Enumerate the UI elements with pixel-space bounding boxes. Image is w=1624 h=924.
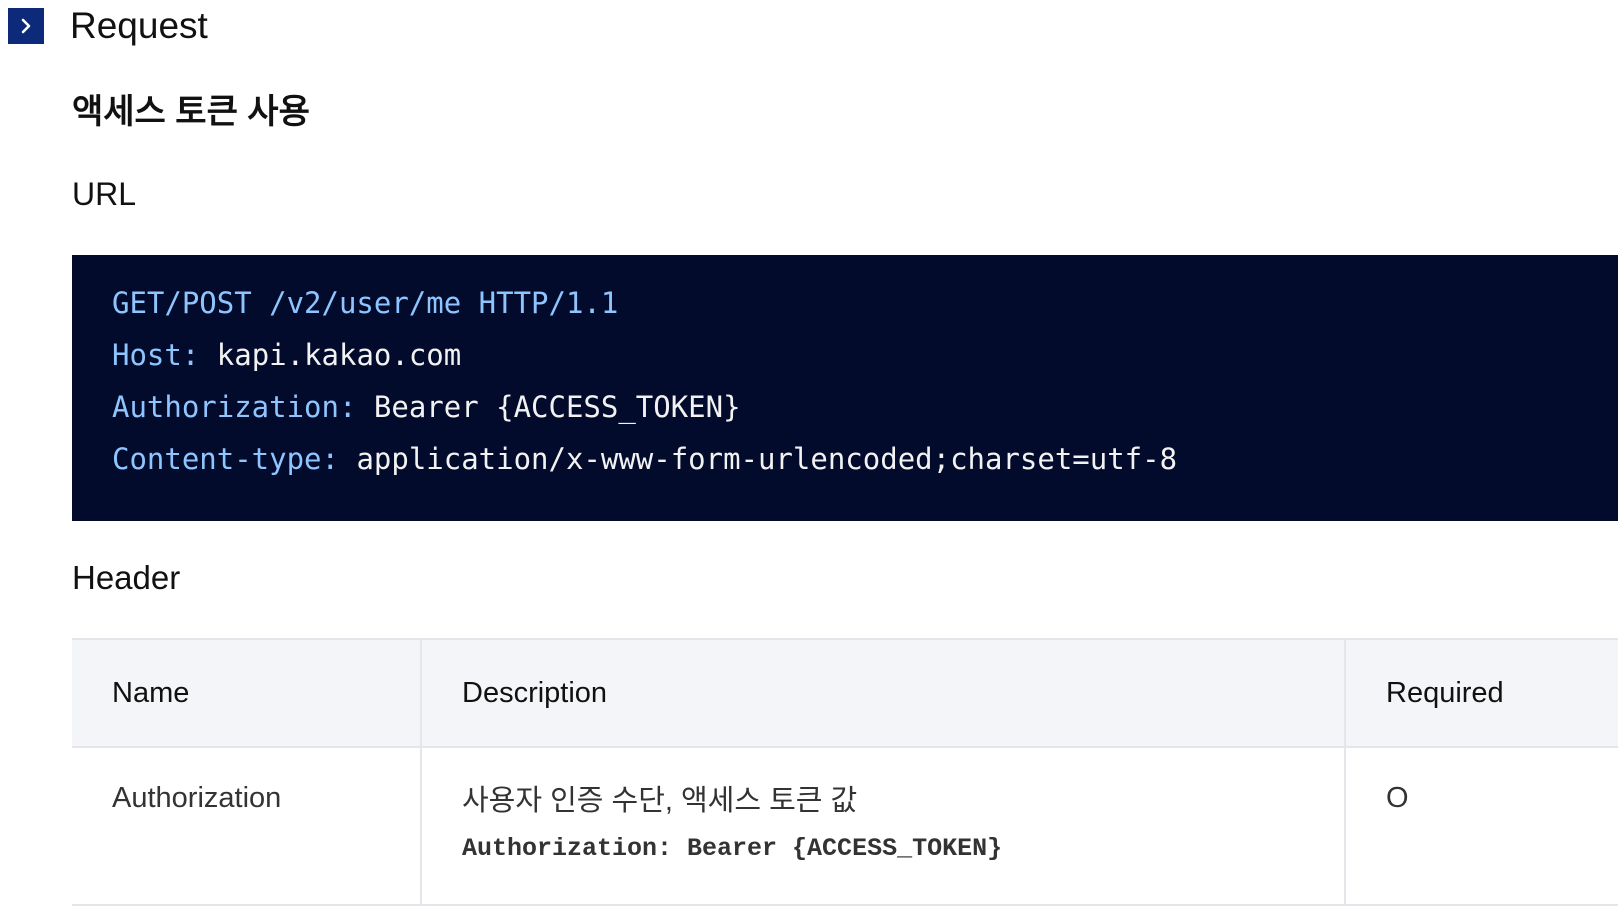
code-value: application/x-www-form-urlencoded;charse… [338,442,1178,476]
code-value: kapi.kakao.com [199,338,462,372]
code-key: Authorization: [112,390,357,424]
section-header: Request [8,5,208,46]
code-line: Authorization: Bearer {ACCESS_TOKEN} [112,381,1618,433]
column-header-required: Required [1344,638,1618,748]
column-header-name: Name [72,638,421,748]
table-header-row: Name Description Required [72,638,1618,748]
param-description-cell: 사용자 인증 수단, 액세스 토큰 값 Authorization: Beare… [420,747,1345,906]
chevron-right-icon [21,18,31,34]
section-toggle-button[interactable] [8,8,44,44]
code-line: Content-type: application/x-www-form-url… [112,433,1618,485]
code-key: GET/POST /v2/user/me HTTP/1.1 [112,286,619,320]
param-required-cell: O [1344,747,1618,906]
code-line: Host: kapi.kakao.com [112,329,1618,381]
url-code-block: GET/POST /v2/user/me HTTP/1.1 Host: kapi… [72,255,1618,521]
header-params-table: Name Description Required Authorization … [72,638,1618,906]
url-heading: URL [72,176,137,212]
param-description-code: Authorization: Bearer {ACCESS_TOKEN} [462,834,1003,863]
code-value: Bearer {ACCESS_TOKEN} [356,390,741,424]
code-key: Content-type: [112,442,339,476]
code-key: Host: [112,338,200,372]
code-line: GET/POST /v2/user/me HTTP/1.1 [112,277,1618,329]
header-heading: Header [72,559,181,596]
subsection-title: 액세스 토큰 사용 [72,93,310,131]
column-header-description: Description [420,638,1345,748]
table-row: Authorization 사용자 인증 수단, 액세스 토큰 값 Author… [72,747,1618,906]
section-title: Request [70,5,208,46]
param-description-text: 사용자 인증 수단, 액세스 토큰 값 [462,785,858,817]
param-name-cell: Authorization [72,747,421,906]
